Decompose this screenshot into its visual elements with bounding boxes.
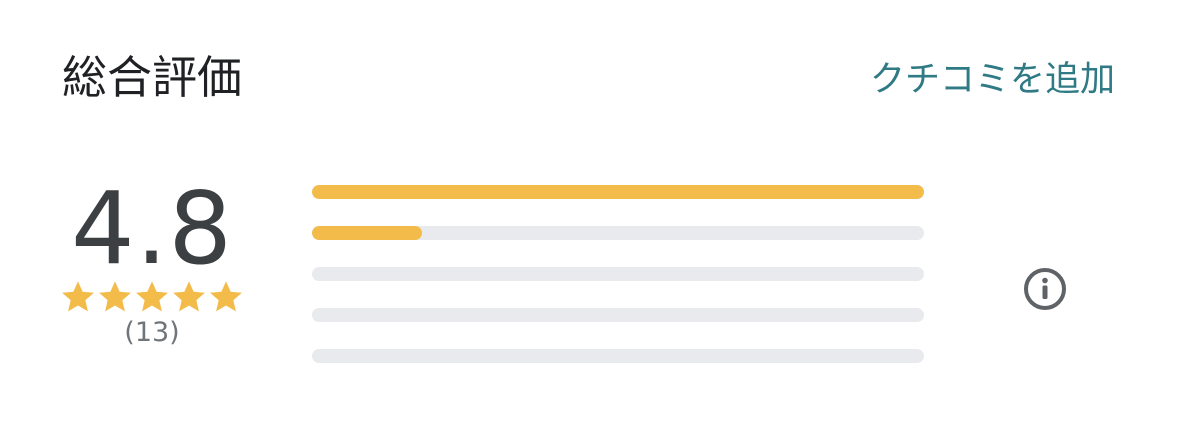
review-count: (13) [124,317,180,348]
rating-bar-fill [312,226,423,240]
section-title: 総合評価 [62,51,243,104]
star-icon [62,281,94,312]
star-rating [60,279,244,315]
rating-bar-1-star [312,349,924,363]
rating-bar-3-star [312,267,924,281]
info-button[interactable] [1022,266,1068,312]
average-score: 4.8 [70,170,234,287]
add-review-link[interactable]: クチコミを追加 [870,58,1115,102]
info-icon [1024,268,1066,310]
star-icon [210,281,242,312]
rating-bar-4-star [312,226,924,240]
rating-bar-5-star [312,185,924,199]
star-icon [136,281,168,312]
rating-bar-fill [312,185,924,199]
star-icon [173,281,205,312]
star-icon [99,281,131,312]
rating-distribution [312,185,924,390]
rating-summary: 4.8 (13) [60,174,244,349]
rating-bar-2-star [312,308,924,322]
